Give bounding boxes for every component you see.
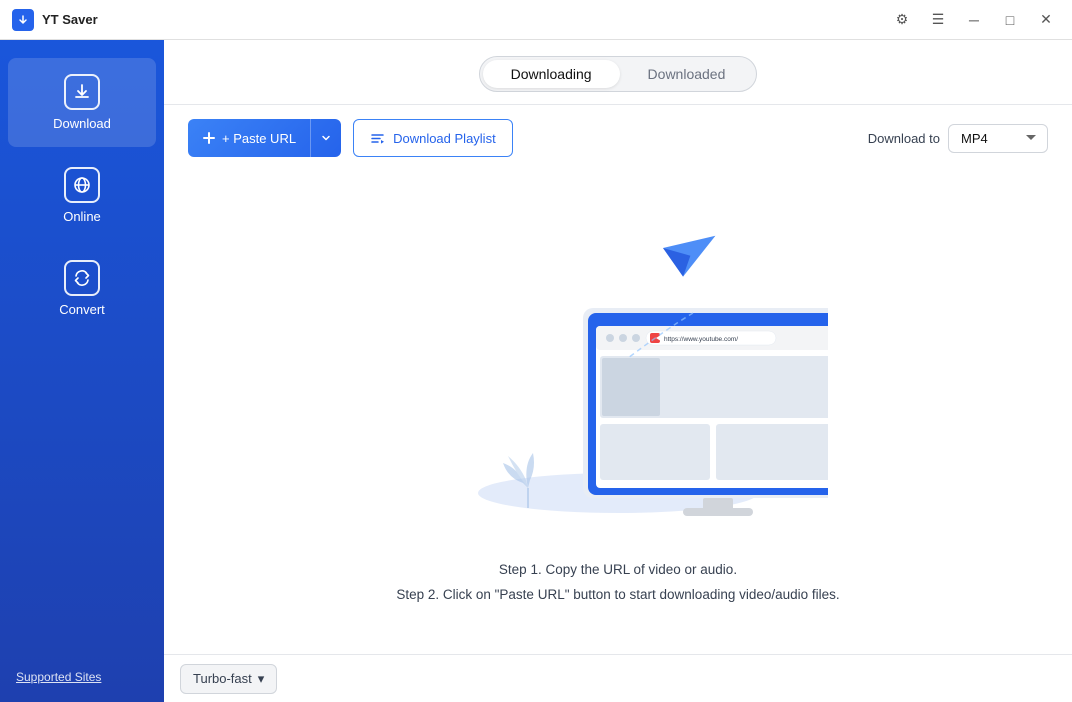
svg-text:https://www.youtube.com/: https://www.youtube.com/	[664, 336, 738, 343]
toolbar: + Paste URL Download Playlist Download t…	[164, 105, 1072, 171]
tab-downloaded[interactable]: Downloaded	[620, 60, 754, 88]
online-sidebar-icon	[64, 167, 100, 203]
app-title: YT Saver	[42, 12, 98, 27]
supported-sites-link[interactable]: Supported Sites	[16, 670, 101, 684]
monitor-illustration: https://www.youtube.com/	[408, 198, 828, 538]
steps-text: Step 1. Copy the URL of video or audio. …	[396, 558, 839, 607]
sidebar-item-download[interactable]: Download	[8, 58, 156, 147]
sidebar-footer: Supported Sites	[0, 652, 164, 702]
playlist-icon	[370, 131, 385, 146]
turbo-dropdown-icon: ▾	[258, 671, 265, 687]
settings-button[interactable]: ⚙	[888, 6, 916, 34]
tab-group: Downloading Downloaded	[479, 56, 758, 92]
chevron-down-icon	[321, 133, 331, 143]
sidebar: Download Online Convert	[0, 40, 164, 702]
sidebar-download-label: Download	[53, 116, 111, 131]
download-to-group: Download to MP4 MP3 WEBM MKV M4A	[868, 124, 1048, 153]
main-layout: Download Online Convert	[0, 40, 1072, 702]
maximize-button[interactable]: □	[996, 6, 1024, 34]
close-icon: ✕	[1040, 11, 1052, 28]
convert-sidebar-icon	[64, 260, 100, 296]
illustration-area: https://www.youtube.com/	[164, 171, 1072, 654]
menu-button[interactable]: ☰	[924, 6, 952, 34]
title-bar: YT Saver ⚙ ☰ ─ □ ✕	[0, 0, 1072, 40]
illustration-container: https://www.youtube.com/	[408, 198, 828, 538]
menu-icon: ☰	[932, 11, 945, 28]
content-area: Downloading Downloaded + Paste URL	[164, 40, 1072, 702]
paste-url-dropdown[interactable]	[311, 119, 341, 157]
bottom-bar: Turbo-fast ▾	[164, 654, 1072, 702]
minimize-button[interactable]: ─	[960, 6, 988, 34]
download-playlist-label: Download Playlist	[393, 131, 496, 146]
sidebar-online-label: Online	[63, 209, 101, 224]
settings-icon: ⚙	[896, 11, 909, 28]
step1-text: Step 1. Copy the URL of video or audio.	[396, 558, 839, 582]
turbo-fast-button[interactable]: Turbo-fast ▾	[180, 664, 277, 694]
step2-text: Step 2. Click on "Paste URL" button to s…	[396, 583, 839, 607]
app-icon	[12, 9, 34, 31]
maximize-icon: □	[1006, 12, 1014, 28]
close-button[interactable]: ✕	[1032, 6, 1060, 34]
download-to-label: Download to	[868, 131, 940, 146]
paste-url-main[interactable]: + Paste URL	[188, 119, 311, 157]
title-bar-controls: ⚙ ☰ ─ □ ✕	[888, 6, 1060, 34]
tab-bar: Downloading Downloaded	[164, 40, 1072, 105]
sidebar-convert-label: Convert	[59, 302, 105, 317]
title-bar-left: YT Saver	[12, 9, 98, 31]
turbo-fast-label: Turbo-fast	[193, 671, 252, 686]
plus-icon	[202, 131, 216, 145]
paste-url-label: + Paste URL	[222, 131, 296, 146]
paste-url-button[interactable]: + Paste URL	[188, 119, 341, 157]
minimize-icon: ─	[969, 12, 979, 28]
download-sidebar-icon	[64, 74, 100, 110]
format-select[interactable]: MP4 MP3 WEBM MKV M4A	[948, 124, 1048, 153]
sidebar-item-convert[interactable]: Convert	[8, 244, 156, 333]
download-playlist-button[interactable]: Download Playlist	[353, 119, 513, 157]
sidebar-item-online[interactable]: Online	[8, 151, 156, 240]
tab-downloading[interactable]: Downloading	[483, 60, 620, 88]
